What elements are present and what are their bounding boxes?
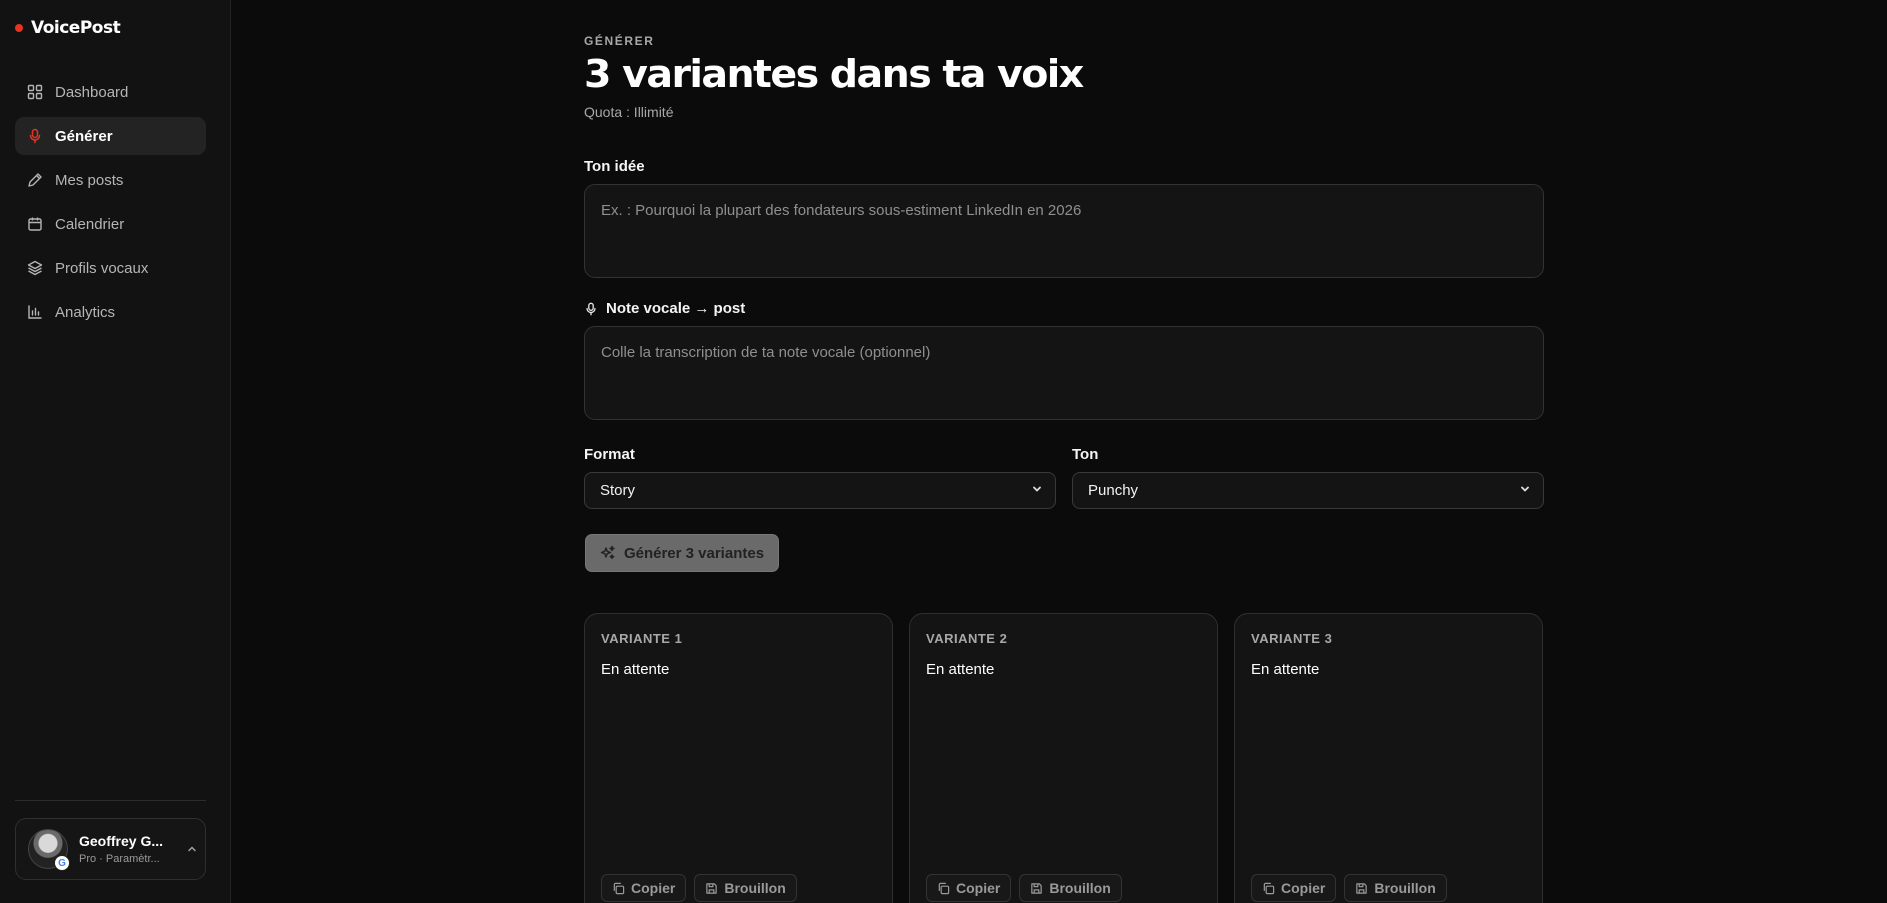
- voice-note-input[interactable]: [584, 326, 1544, 420]
- draft-button-label: Brouillon: [1374, 880, 1436, 896]
- copy-button[interactable]: Copier: [601, 874, 687, 902]
- sidebar-item-analytics[interactable]: Analytics: [15, 293, 206, 331]
- variant-label: VARIANTE 2: [926, 631, 1008, 646]
- microphone-icon: [586, 302, 596, 315]
- user-plan: Pro · Paramètr...: [79, 853, 160, 865]
- idea-input[interactable]: [584, 184, 1544, 278]
- sidebar-item-dashboard[interactable]: Dashboard: [15, 73, 206, 111]
- variant-status: En attente: [1251, 661, 1320, 678]
- draft-button[interactable]: Brouillon: [694, 874, 797, 902]
- sidebar-item-label: Mes posts: [55, 171, 124, 189]
- logo-dot-icon: [15, 24, 23, 32]
- variant-actions: Copier Brouillon: [926, 874, 1122, 902]
- sidebar-divider: [15, 800, 206, 801]
- variant-label: VARIANTE 3: [1251, 631, 1333, 646]
- pen-icon: [28, 173, 42, 187]
- google-icon: G: [54, 855, 70, 871]
- chevron-up-icon[interactable]: [179, 843, 205, 855]
- variants-grid: VARIANTE 1 En attente Copier Brouillon V…: [584, 613, 1544, 903]
- chevron-down-icon: [1031, 483, 1043, 498]
- copy-button-label: Copier: [631, 880, 676, 896]
- sidebar-item-profils-vocaux[interactable]: Profils vocaux: [15, 249, 206, 287]
- sidebar-item-label: Dashboard: [55, 83, 129, 101]
- sparkles-icon: [600, 545, 615, 560]
- copy-button[interactable]: Copier: [1251, 874, 1337, 902]
- generate-button[interactable]: Générer 3 variantes: [585, 534, 779, 572]
- variant-status: En attente: [926, 661, 995, 678]
- app-name: VoicePost: [31, 18, 121, 38]
- voice-note-label: Note vocale → post: [584, 300, 745, 317]
- variant-status: En attente: [601, 661, 670, 678]
- microphone-icon: [29, 128, 41, 144]
- draft-button-label: Brouillon: [1049, 880, 1111, 896]
- format-label: Format: [584, 446, 635, 463]
- voice-note-label-text: Note vocale → post: [606, 300, 746, 317]
- sidebar-item-label: Profils vocaux: [55, 259, 149, 277]
- sidebar-item-calendrier[interactable]: Calendrier: [15, 205, 206, 243]
- user-menu[interactable]: G Geoffrey G... Pro · Paramètr...: [15, 818, 206, 880]
- calendar-icon: [28, 217, 42, 231]
- copy-icon: [613, 882, 625, 894]
- idea-label-text: Ton idée: [584, 158, 645, 175]
- sidebar-item-label: Analytics: [55, 303, 116, 321]
- draft-button[interactable]: Brouillon: [1344, 874, 1447, 902]
- variant-card: VARIANTE 3 En attente Copier Brouillon: [1234, 613, 1543, 903]
- chevron-down-icon: [1519, 483, 1531, 498]
- tone-select[interactable]: Punchy: [1072, 472, 1544, 509]
- save-icon: [1356, 882, 1368, 894]
- copy-button-label: Copier: [1281, 880, 1326, 896]
- quota-text: Quota : Illimité: [584, 104, 674, 120]
- variant-actions: Copier Brouillon: [601, 874, 797, 902]
- grid-icon: [27, 84, 43, 100]
- variant-card: VARIANTE 1 En attente Copier Brouillon: [584, 613, 893, 903]
- generate-button-label: Générer 3 variantes: [623, 544, 765, 562]
- format-label-text: Format: [584, 446, 635, 463]
- user-info: Geoffrey G... Pro · Paramètr...: [79, 833, 168, 865]
- variant-card: VARIANTE 2 En attente Copier Brouillon: [909, 613, 1218, 903]
- copy-icon: [938, 882, 950, 894]
- variant-label: VARIANTE 1: [601, 631, 683, 646]
- format-select[interactable]: Story: [584, 472, 1056, 509]
- save-icon: [706, 882, 718, 894]
- page-eyebrow: GÉNÉRER: [584, 34, 655, 48]
- idea-label: Ton idée: [584, 158, 645, 175]
- page-title: 3 variantes dans ta voix: [584, 52, 1084, 96]
- tone-label-text: Ton: [1072, 446, 1099, 463]
- sidebar-item-label: Générer: [55, 127, 113, 145]
- draft-button[interactable]: Brouillon: [1019, 874, 1122, 902]
- user-name: Geoffrey G...: [79, 833, 164, 849]
- tone-label: Ton: [1072, 446, 1098, 463]
- variant-actions: Copier Brouillon: [1251, 874, 1447, 902]
- format-value: Story: [600, 482, 636, 499]
- copy-button-label: Copier: [956, 880, 1001, 896]
- bar-chart-icon: [28, 305, 42, 319]
- app-logo[interactable]: VoicePost: [15, 18, 121, 38]
- avatar: G: [28, 829, 70, 871]
- sidebar-item-mes-posts[interactable]: Mes posts: [15, 161, 206, 199]
- sidebar-item-generer[interactable]: Générer: [15, 117, 206, 155]
- sidebar-item-label: Calendrier: [55, 215, 125, 233]
- copy-button[interactable]: Copier: [926, 874, 1012, 902]
- save-icon: [1031, 882, 1043, 894]
- layers-icon: [27, 260, 43, 276]
- sidebar: VoicePost Dashboard Générer Mes posts Ca…: [0, 0, 231, 903]
- copy-icon: [1263, 882, 1275, 894]
- sidebar-nav: Dashboard Générer Mes posts Calendrier P…: [15, 73, 206, 337]
- draft-button-label: Brouillon: [724, 880, 786, 896]
- tone-value: Punchy: [1088, 482, 1139, 499]
